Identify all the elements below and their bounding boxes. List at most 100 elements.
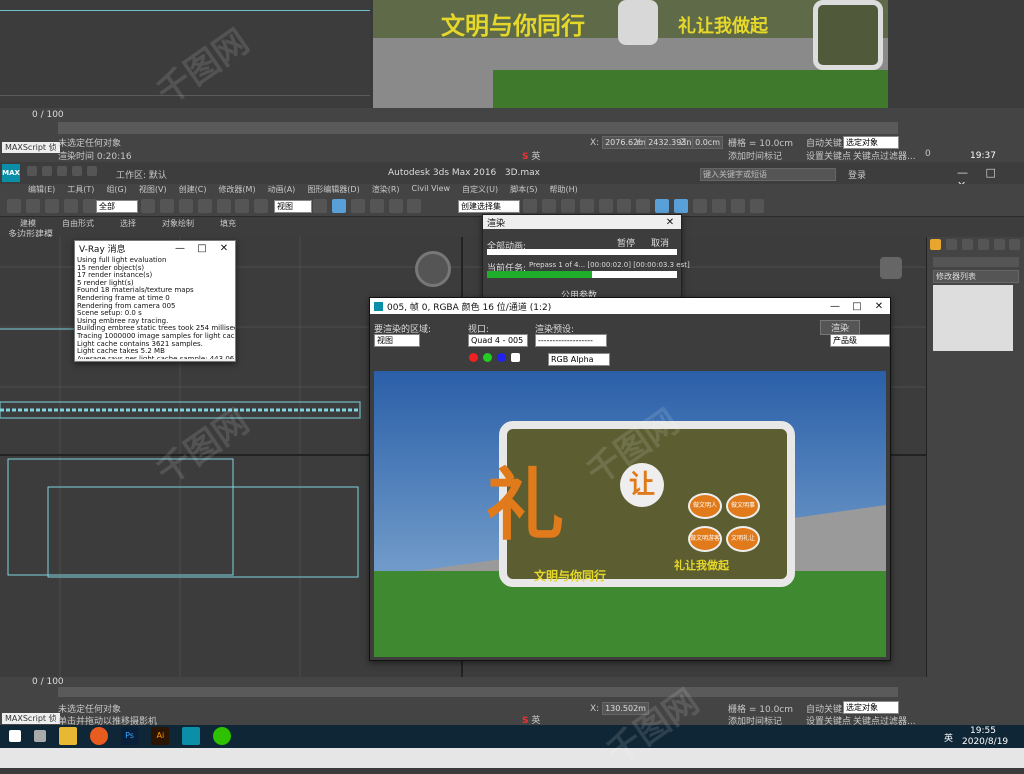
search-input[interactable]: 键入关键字或短语 <box>700 168 836 181</box>
photoshop-icon[interactable]: Ps <box>120 727 139 745</box>
viewcube-icon[interactable] <box>415 251 451 287</box>
production-dropdown[interactable]: 产品级 <box>830 334 890 347</box>
modify-tab-icon[interactable] <box>945 239 957 250</box>
menu-item[interactable]: 创建(C) <box>179 184 207 195</box>
max-logo-icon[interactable]: MAX <box>2 164 20 182</box>
snap-button[interactable] <box>331 199 346 213</box>
wechat-icon[interactable] <box>213 727 232 745</box>
green-channel-icon[interactable] <box>482 353 492 362</box>
pause-button[interactable]: 暂停 <box>617 236 635 249</box>
set-key-label[interactable]: 设置关键点 <box>806 149 851 162</box>
vray-close-icon[interactable]: ✕ <box>213 243 235 254</box>
edit-named-selection-button[interactable] <box>407 199 422 213</box>
maxscript-listener[interactable]: MAXScript 侦 <box>2 142 60 153</box>
viewcube-icon-right[interactable] <box>880 257 902 279</box>
login-link[interactable]: 登录 <box>848 168 866 181</box>
maxscript-listener-bottom[interactable]: MAXScript 侦 <box>2 713 60 724</box>
material-editor-button[interactable] <box>636 199 651 213</box>
render-production-button[interactable] <box>692 199 707 213</box>
modifier-list-dropdown[interactable]: 修改器列表 <box>933 270 1019 283</box>
maximize-icon[interactable]: □ <box>986 166 996 179</box>
bind-spacewarp-button[interactable] <box>82 199 97 213</box>
area-to-render-dropdown[interactable]: 视图 <box>374 334 420 347</box>
blue-channel-icon[interactable] <box>496 353 506 362</box>
menu-item[interactable]: 自定义(U) <box>462 184 498 195</box>
workspace-selector[interactable]: 工作区: 默认 <box>116 168 167 181</box>
angle-snap-button[interactable] <box>350 199 365 213</box>
selection-filter-dropdown[interactable]: 全部 <box>96 200 138 213</box>
utilities-tab-icon[interactable] <box>1009 239 1021 250</box>
selection-region-button[interactable] <box>178 199 193 213</box>
hierarchy-tab-icon[interactable] <box>961 239 973 250</box>
select-object-button[interactable] <box>141 199 155 213</box>
render-setup-button[interactable] <box>655 199 670 213</box>
select-by-name-button[interactable] <box>159 199 174 213</box>
scale-button[interactable] <box>254 199 269 213</box>
window-crossing-button[interactable] <box>197 199 212 213</box>
rendered-frame-window-button[interactable] <box>674 199 688 213</box>
vray-minimize-icon[interactable]: — <box>169 243 191 254</box>
minimize-icon[interactable]: — <box>957 166 968 179</box>
named-selection-dropdown[interactable]: 创建选择集 <box>458 200 520 213</box>
menu-item[interactable]: 视图(V) <box>139 184 167 195</box>
ime-indicator[interactable]: S 英 <box>522 149 540 162</box>
redo-icon[interactable] <box>86 166 97 176</box>
frame-minimize-icon[interactable]: — <box>824 301 846 312</box>
channel-dropdown[interactable]: RGB Alpha <box>548 353 610 366</box>
modifier-stack[interactable] <box>933 285 1013 351</box>
menu-item[interactable]: Civil View <box>412 184 451 195</box>
ribbon-tab[interactable]: 自由形式 <box>62 218 94 229</box>
add-time-tag[interactable]: 添加时间标记 <box>728 149 782 162</box>
link-button[interactable] <box>44 199 59 213</box>
reference-coord-dropdown[interactable]: 视图 <box>274 200 312 213</box>
schematic-view-button[interactable] <box>617 199 632 213</box>
pivot-button[interactable] <box>313 199 327 213</box>
display-tab-icon[interactable] <box>993 239 1005 250</box>
ribbon-tab[interactable]: 对象绘制 <box>162 218 194 229</box>
render-progress-close-icon[interactable]: ✕ <box>659 217 681 228</box>
undo-icon[interactable] <box>71 166 82 176</box>
quick-access-toolbar[interactable] <box>26 166 98 177</box>
frame-maximize-icon[interactable]: □ <box>846 301 868 312</box>
undo-button[interactable] <box>7 199 21 213</box>
save-icon[interactable] <box>56 166 67 176</box>
create-tab-icon[interactable] <box>930 239 941 250</box>
spinner-snap-button[interactable] <box>388 199 403 213</box>
menu-item[interactable]: 动画(A) <box>268 184 296 195</box>
selected-object-bottom[interactable]: 选定对象 <box>843 701 899 714</box>
mirror-button[interactable] <box>523 199 537 213</box>
ribbon-tab[interactable]: 选择 <box>120 218 136 229</box>
tray-ime[interactable]: 英 <box>944 731 953 744</box>
unlink-button[interactable] <box>63 199 78 213</box>
task-view-icon[interactable] <box>33 730 46 742</box>
ribbon-toggle-button[interactable] <box>579 199 594 213</box>
menu-item[interactable]: 帮助(H) <box>549 184 577 195</box>
menu-item[interactable]: 图形编辑器(D) <box>307 184 359 195</box>
render-online-button[interactable] <box>749 199 764 213</box>
illustrator-icon[interactable]: Ai <box>151 727 170 745</box>
new-icon[interactable] <box>27 166 37 176</box>
cancel-button[interactable]: 取消 <box>651 236 669 249</box>
redo-button[interactable] <box>25 199 40 213</box>
rotate-button[interactable] <box>235 199 250 213</box>
curve-editor-button[interactable] <box>598 199 613 213</box>
frame-field[interactable]: 0 <box>925 149 931 159</box>
render-preset-dropdown[interactable]: ------------------- <box>535 334 607 347</box>
coord-z-field[interactable]: 0.0cm <box>692 136 723 149</box>
percent-snap-button[interactable] <box>369 199 384 213</box>
render-iterative-button[interactable] <box>711 199 726 213</box>
open-icon[interactable] <box>41 166 52 176</box>
align-button[interactable] <box>541 199 556 213</box>
explorer-icon[interactable] <box>58 727 77 745</box>
timeline-top-ruler[interactable] <box>58 122 898 134</box>
timeline-top[interactable]: 0 / 100 <box>0 108 1024 134</box>
menu-item[interactable]: 组(G) <box>106 184 126 195</box>
top-viewport-left[interactable] <box>0 0 370 108</box>
menu-item[interactable]: 修改器(M) <box>218 184 255 195</box>
browser-icon[interactable] <box>89 727 108 745</box>
frame-close-icon[interactable]: ✕ <box>868 301 890 312</box>
vray-log[interactable]: Using full light evaluation 15 render obj… <box>75 255 235 359</box>
render-button[interactable]: 渲染 <box>820 320 861 335</box>
menu-item[interactable]: 工具(T) <box>67 184 94 195</box>
menu-item[interactable]: 渲染(R) <box>372 184 400 195</box>
